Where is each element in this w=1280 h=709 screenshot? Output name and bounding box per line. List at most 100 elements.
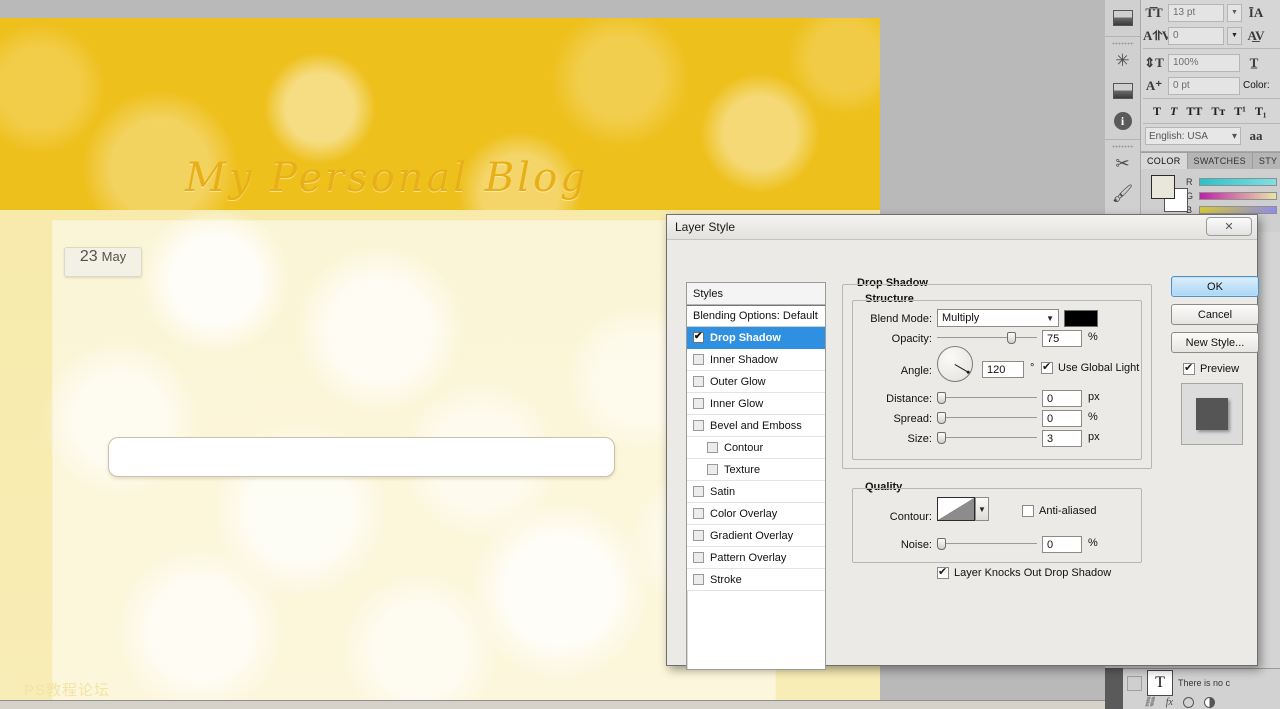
anti-alias-icon[interactable]: aa	[1245, 128, 1267, 144]
size-input[interactable]: 3	[1042, 430, 1082, 447]
use-global-light-box[interactable]	[1041, 360, 1053, 374]
style-item-drop-shadow[interactable]: Drop Shadow	[687, 327, 825, 349]
checkbox-inner-shadow[interactable]	[693, 354, 704, 365]
small-caps-button[interactable]: Tᴛ	[1211, 104, 1225, 119]
style-item-inner-glow[interactable]: Inner Glow	[687, 393, 825, 415]
size-thumb[interactable]	[937, 432, 946, 444]
foreground-color-swatch[interactable]	[1151, 175, 1175, 199]
opacity-slider[interactable]	[937, 331, 1037, 345]
search-input-shape[interactable]	[108, 437, 615, 477]
use-global-light-checkbox[interactable]: Use Global Light	[1041, 360, 1139, 374]
tab-styles[interactable]: STY	[1252, 153, 1280, 169]
style-item-gradient-overlay[interactable]: Gradient Overlay	[687, 525, 825, 547]
gradient-icon[interactable]	[1105, 3, 1140, 33]
tracking-field[interactable]: 0	[1168, 26, 1224, 45]
checkbox-satin[interactable]	[693, 486, 704, 497]
layer-knocks-out-box[interactable]	[937, 565, 949, 579]
checkbox-contour[interactable]	[707, 442, 718, 453]
adjustment-layer-icon[interactable]	[1203, 697, 1215, 708]
contour-chevron-down-icon[interactable]: ▼	[975, 497, 989, 521]
opacity-input[interactable]: 75	[1042, 330, 1082, 347]
style-item-contour[interactable]: Contour	[687, 437, 825, 459]
distance-thumb[interactable]	[937, 392, 946, 404]
style-item-texture[interactable]: Texture	[687, 459, 825, 481]
visibility-icon[interactable]	[1127, 675, 1142, 691]
layer-knocks-out-checkbox[interactable]: Layer Knocks Out Drop Shadow	[937, 565, 1111, 579]
spread-slider[interactable]	[937, 411, 1037, 425]
layer-thumbnail[interactable]: T	[1147, 670, 1173, 696]
link-layers-icon[interactable]: ⛓	[1143, 697, 1156, 708]
new-style-button[interactable]: New Style...	[1171, 332, 1259, 353]
subscript-button[interactable]: T₁	[1255, 104, 1267, 119]
dialog-title-bar[interactable]: Layer Style ✕	[667, 215, 1257, 240]
channel-b-slider[interactable]	[1199, 206, 1277, 214]
checkbox-stroke[interactable]	[693, 574, 704, 585]
noise-thumb[interactable]	[937, 538, 946, 550]
distance-input[interactable]: 0	[1042, 390, 1082, 407]
histogram-icon[interactable]	[1105, 76, 1140, 106]
ok-button[interactable]: OK	[1171, 276, 1259, 297]
anti-aliased-box[interactable]	[1022, 505, 1034, 517]
bold-button[interactable]: T	[1153, 104, 1161, 119]
vertical-scale-field[interactable]: 100%	[1168, 53, 1240, 72]
tab-swatches[interactable]: SWATCHES	[1187, 153, 1253, 169]
tab-color[interactable]: COLOR	[1141, 153, 1188, 169]
style-item-inner-shadow[interactable]: Inner Shadow	[687, 349, 825, 371]
compass-icon[interactable]: ✳	[1105, 46, 1140, 76]
size-slider[interactable]	[937, 431, 1037, 445]
checkbox-color-overlay[interactable]	[693, 508, 704, 519]
noise-slider[interactable]	[937, 537, 1037, 551]
checkbox-texture[interactable]	[707, 464, 718, 475]
tracking-chevron-down-icon[interactable]: ▼	[1227, 26, 1242, 45]
tools-icon[interactable]: ✂	[1105, 149, 1140, 179]
contour-picker[interactable]: ▼	[937, 497, 989, 521]
opacity-thumb[interactable]	[1007, 332, 1016, 344]
contour-preview[interactable]	[937, 497, 975, 521]
blending-options-item[interactable]: Blending Options: Default	[687, 305, 825, 327]
checkbox-inner-glow[interactable]	[693, 398, 704, 409]
superscript-button[interactable]: T¹	[1234, 104, 1246, 119]
language-select[interactable]: English: USA ▾	[1145, 127, 1241, 145]
angle-input[interactable]: 120	[982, 361, 1024, 378]
info-icon[interactable]: i	[1105, 106, 1140, 136]
preview-checkbox[interactable]: Preview	[1183, 361, 1239, 375]
shadow-color-swatch[interactable]	[1064, 310, 1098, 327]
color-swatch-stack[interactable]	[1151, 175, 1188, 212]
checkbox-pattern-overlay[interactable]	[693, 552, 704, 563]
styles-list-header[interactable]: Styles	[687, 283, 825, 305]
channel-g-slider[interactable]	[1199, 192, 1277, 200]
spread-thumb[interactable]	[937, 412, 946, 424]
all-caps-button[interactable]: TT	[1186, 104, 1202, 119]
style-item-outer-glow[interactable]: Outer Glow	[687, 371, 825, 393]
layer-mask-icon[interactable]	[1182, 697, 1194, 708]
preview-box[interactable]	[1183, 361, 1195, 375]
blend-mode-select[interactable]: Multiply ▼	[937, 309, 1059, 327]
close-icon[interactable]: ✕	[1206, 217, 1252, 236]
angle-dial[interactable]	[937, 346, 973, 382]
noise-input[interactable]: 0	[1042, 536, 1082, 553]
channel-r-slider[interactable]	[1199, 178, 1277, 186]
date-badge[interactable]: 23 May	[64, 247, 142, 277]
checkbox-outer-glow[interactable]	[693, 376, 704, 387]
style-item-bevel-and-emboss[interactable]: Bevel and Emboss	[687, 415, 825, 437]
style-item-satin[interactable]: Satin	[687, 481, 825, 503]
style-item-stroke[interactable]: Stroke	[687, 569, 825, 591]
baseline-field[interactable]: 0 pt	[1168, 76, 1240, 95]
checkbox-drop-shadow[interactable]	[693, 330, 704, 343]
checkbox-bevel-and-emboss[interactable]	[693, 420, 704, 431]
checkbox-gradient-overlay[interactable]	[693, 530, 704, 541]
italic-button[interactable]: T	[1170, 104, 1177, 119]
font-size-chevron-down-icon[interactable]: ▼	[1227, 3, 1242, 22]
distance-slider[interactable]	[937, 391, 1037, 405]
style-item-pattern-overlay[interactable]: Pattern Overlay	[687, 547, 825, 569]
styles-list[interactable]: Styles Blending Options: Default Drop Sh…	[686, 282, 826, 670]
layer-style-dialog[interactable]: Layer Style ✕ Styles Blending Options: D…	[666, 214, 1259, 670]
layer-row[interactable]: T There is no c	[1123, 669, 1280, 697]
anti-aliased-checkbox[interactable]: Anti-aliased	[1022, 505, 1096, 517]
fx-icon[interactable]: fx	[1166, 697, 1173, 708]
brushes-icon[interactable]: 🖌	[1105, 179, 1140, 209]
font-size-field[interactable]: 13 pt	[1168, 3, 1224, 22]
cancel-button[interactable]: Cancel	[1171, 304, 1259, 325]
style-item-color-overlay[interactable]: Color Overlay	[687, 503, 825, 525]
spread-input[interactable]: 0	[1042, 410, 1082, 427]
